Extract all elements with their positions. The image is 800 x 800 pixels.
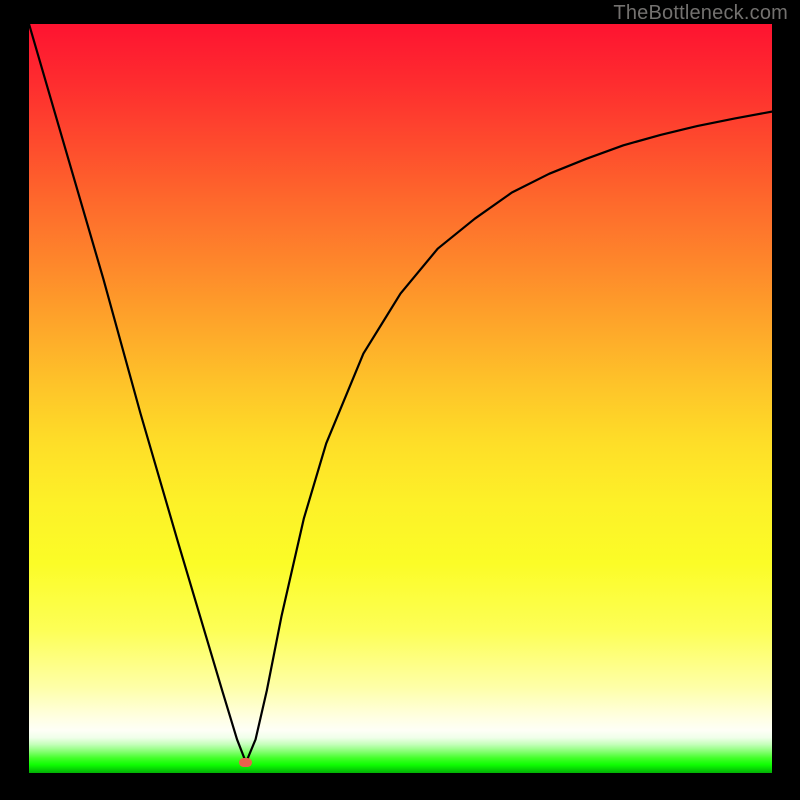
watermark-text: TheBottleneck.com <box>613 2 788 25</box>
heat-gradient-background <box>29 24 772 773</box>
sweet-spot-marker <box>239 758 252 767</box>
chart-frame: TheBottleneck.com <box>0 0 800 800</box>
plot-area <box>29 24 772 773</box>
